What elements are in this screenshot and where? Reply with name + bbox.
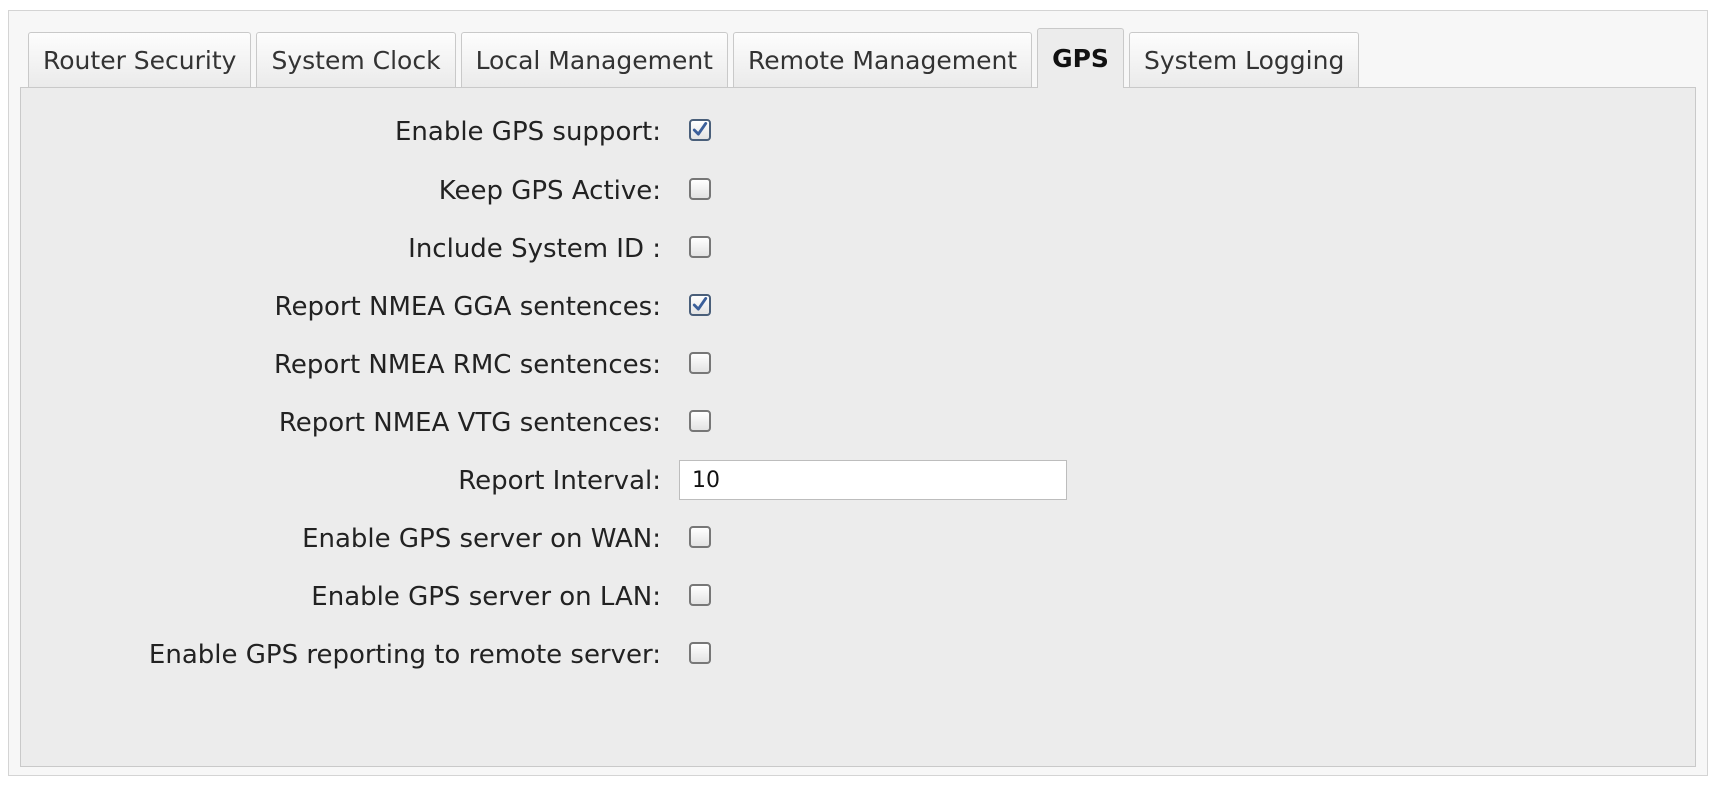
report-nmea-gga-label: Report NMEA GGA sentences:	[274, 292, 661, 322]
check-mark-icon	[692, 122, 708, 136]
report-nmea-gga-checkbox[interactable]	[689, 294, 711, 316]
tab-gps[interactable]: GPS	[1037, 28, 1124, 88]
row-report-nmea-vtg: Report NMEA VTG sentences:	[21, 403, 1695, 443]
row-enable-gps-support: Enable GPS support:	[21, 112, 1695, 152]
row-gps-reporting-remote: Enable GPS reporting to remote server:	[21, 635, 1695, 675]
include-system-id-label: Include System ID :	[408, 234, 661, 264]
enable-gps-support-label: Enable GPS support:	[394, 117, 661, 147]
check-mark-icon	[692, 297, 708, 311]
report-interval-label: Report Interval:	[458, 466, 661, 496]
include-system-id-checkbox[interactable]	[689, 236, 711, 258]
report-nmea-rmc-checkbox[interactable]	[689, 352, 711, 374]
report-nmea-vtg-label: Report NMEA VTG sentences:	[278, 408, 661, 438]
report-interval-input[interactable]	[679, 460, 1067, 500]
gps-server-lan-checkbox[interactable]	[689, 584, 711, 606]
row-report-nmea-gga: Report NMEA GGA sentences:	[21, 287, 1695, 327]
tab-system-logging[interactable]: System Logging	[1128, 32, 1360, 88]
gps-server-wan-checkbox[interactable]	[689, 526, 711, 548]
report-nmea-rmc-label: Report NMEA RMC sentences:	[273, 350, 661, 380]
gps-server-wan-label: Enable GPS server on WAN:	[302, 524, 661, 554]
tab-router-security[interactable]: Router Security	[28, 32, 252, 88]
gps-reporting-remote-label: Enable GPS reporting to remote server:	[148, 640, 661, 670]
row-keep-gps-active: Keep GPS Active:	[21, 171, 1695, 211]
keep-gps-active-label: Keep GPS Active:	[438, 176, 661, 206]
gps-settings-window: Router Security System Clock Local Manag…	[0, 0, 1716, 789]
report-nmea-vtg-checkbox[interactable]	[689, 410, 711, 432]
row-gps-server-lan: Enable GPS server on LAN:	[21, 577, 1695, 617]
keep-gps-active-checkbox[interactable]	[689, 178, 711, 200]
tab-bar: Router Security System Clock Local Manag…	[28, 28, 1364, 88]
enable-gps-support-checkbox[interactable]	[689, 119, 711, 141]
gps-server-lan-label: Enable GPS server on LAN:	[311, 582, 661, 612]
row-include-system-id: Include System ID :	[21, 229, 1695, 269]
row-report-nmea-rmc: Report NMEA RMC sentences:	[21, 345, 1695, 385]
row-gps-server-wan: Enable GPS server on WAN:	[21, 519, 1695, 559]
tab-system-clock[interactable]: System Clock	[256, 32, 456, 88]
tab-local-management[interactable]: Local Management	[460, 32, 728, 88]
gps-reporting-remote-checkbox[interactable]	[689, 642, 711, 664]
row-report-interval: Report Interval:	[21, 460, 1695, 501]
tab-remote-management[interactable]: Remote Management	[733, 32, 1033, 88]
gps-settings-panel: Enable GPS support: Keep GPS Active: Inc…	[20, 87, 1696, 767]
